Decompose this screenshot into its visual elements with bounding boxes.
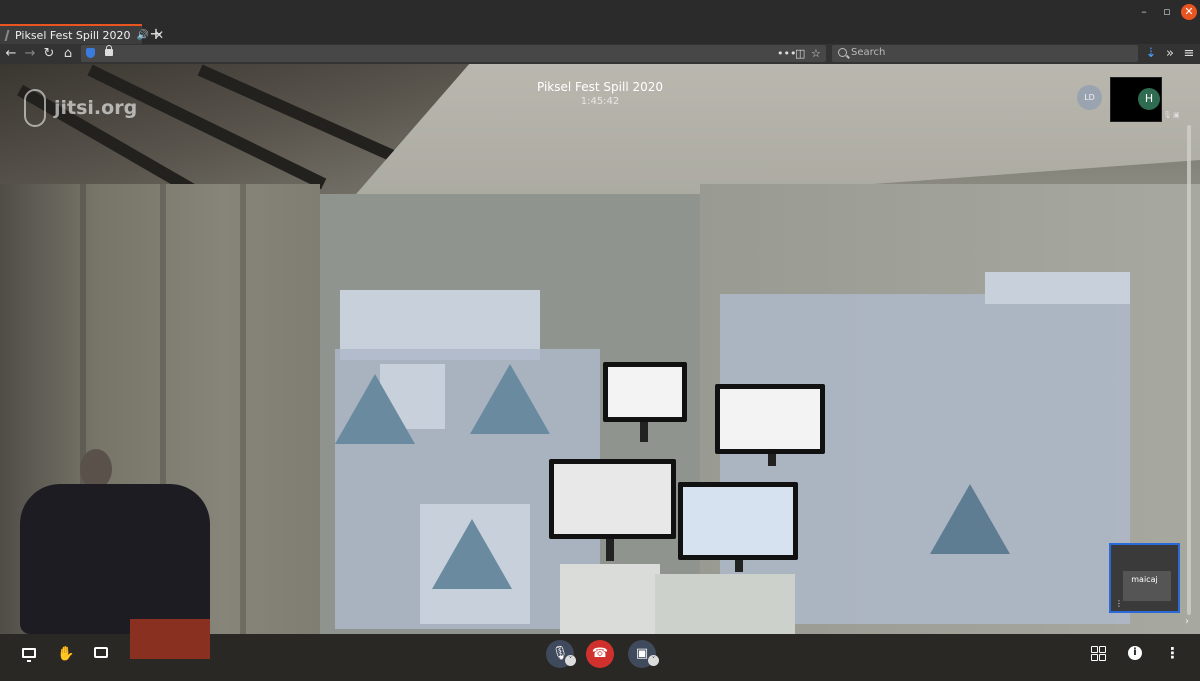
mic-muted-icon: 🎙 <box>1163 111 1172 119</box>
reload-icon[interactable]: ↻ <box>41 45 57 63</box>
main-video[interactable] <box>0 64 1200 681</box>
monitor-screen <box>720 389 820 449</box>
video-monitor <box>715 384 825 454</box>
camera-settings-chevron-icon[interactable]: ˅ <box>648 655 659 666</box>
home-icon[interactable]: ⌂ <box>60 45 76 63</box>
projection-panel <box>985 272 1130 304</box>
navigation-toolbar: ← → ↻ ⌂ ••• ◫ ☆ Search ⇣ » ≡ <box>0 44 1200 64</box>
monitor-stand <box>768 454 776 466</box>
monitor-stand <box>640 422 648 442</box>
jitsi-logo-icon <box>24 89 46 127</box>
projected-triangle <box>470 364 550 434</box>
tile-square <box>1099 654 1106 661</box>
maximize-button[interactable]: ▫ <box>1159 4 1175 20</box>
participant-thumbnail-h[interactable]: H 🎙 ▣ <box>1110 77 1180 122</box>
participant-name: maicaj <box>1131 575 1158 584</box>
person-head <box>80 449 112 489</box>
hangup-icon[interactable]: ☎ <box>586 640 614 668</box>
conference-timer: 1:45:42 <box>580 96 620 107</box>
overflow-menu-icon[interactable]: » <box>1162 45 1178 63</box>
video-person <box>20 449 220 659</box>
participant-avatar-h: H <box>1138 88 1160 110</box>
tab-title: Piksel Fest Spill 2020 <box>15 28 131 42</box>
back-icon[interactable]: ← <box>3 45 19 63</box>
thumbnail-menu-icon[interactable]: ⋮ <box>1115 599 1123 608</box>
jitsi-logo[interactable]: jitsi.org <box>24 88 137 128</box>
screen-share-icon[interactable] <box>22 648 36 662</box>
participant-thumbnail-maicaj[interactable]: maicaj ⋮ <box>1109 543 1180 613</box>
camera-off-icon: ▣ <box>1173 111 1180 119</box>
monitor-stand <box>735 560 743 572</box>
video-monitor <box>603 362 687 422</box>
monitor-screen <box>554 464 671 534</box>
video-monitor <box>549 459 676 539</box>
chat-icon[interactable] <box>94 647 108 658</box>
mic-settings-chevron-icon[interactable]: ˅ <box>565 655 576 666</box>
raise-hand-icon[interactable]: ✋ <box>57 645 75 663</box>
downloads-icon[interactable]: ⇣ <box>1143 45 1159 63</box>
window-titlebar: – ▫ ✕ <box>0 0 1200 24</box>
monitor-stand <box>606 539 614 561</box>
tracking-protection-icon[interactable] <box>86 48 95 58</box>
search-placeholder: Search <box>851 47 886 58</box>
new-tab-button[interactable]: + <box>148 24 164 44</box>
search-bar[interactable]: Search <box>832 45 1138 62</box>
participant-avatar-ld[interactable]: LD <box>1077 85 1102 110</box>
tile-view-icon[interactable] <box>1091 646 1106 661</box>
tab-strip: Piksel Fest Spill 2020 🔊 ✕ + <box>0 24 1200 44</box>
tab-favicon-icon <box>4 29 10 41</box>
close-window-button[interactable]: ✕ <box>1181 4 1197 20</box>
curtain-fold <box>240 184 246 664</box>
forward-icon[interactable]: → <box>22 45 38 63</box>
monitor-screen <box>683 487 793 555</box>
bookmark-star-icon[interactable]: ☆ <box>811 46 821 61</box>
pocket-icon[interactable]: ◫ <box>795 46 805 61</box>
hamburger-menu-icon[interactable]: ≡ <box>1181 45 1197 63</box>
tile-square <box>1091 646 1098 653</box>
filmstrip-toggle-icon[interactable]: › <box>1185 616 1189 627</box>
projected-triangle <box>335 374 415 444</box>
more-options-icon[interactable]: ⋮ <box>1165 645 1180 661</box>
tile-square <box>1091 654 1098 661</box>
projected-triangle <box>930 484 1010 554</box>
video-monitor <box>678 482 798 560</box>
filmstrip-scrollbar[interactable] <box>1187 125 1191 615</box>
lock-icon[interactable] <box>105 45 113 56</box>
red-bag <box>130 619 210 659</box>
tab-active[interactable]: Piksel Fest Spill 2020 🔊 ✕ <box>0 24 164 44</box>
monitor-screen <box>608 367 682 417</box>
page-actions-icon[interactable]: ••• <box>777 46 796 61</box>
conference-title: Piksel Fest Spill 2020 <box>536 80 664 94</box>
info-icon[interactable]: i <box>1128 646 1142 660</box>
tile-square <box>1099 646 1106 653</box>
search-icon <box>838 48 847 57</box>
person-body <box>20 484 210 634</box>
minimize-button[interactable]: – <box>1136 4 1152 20</box>
url-bar[interactable]: ••• ◫ ☆ <box>81 45 826 62</box>
projected-triangle <box>432 519 512 589</box>
